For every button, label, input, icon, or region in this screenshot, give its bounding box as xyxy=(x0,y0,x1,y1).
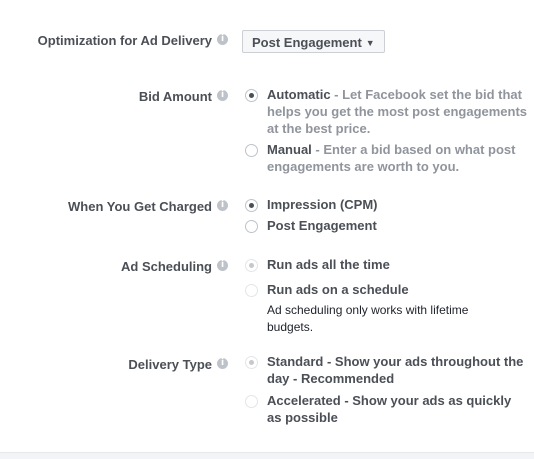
caret-down-icon: ▼ xyxy=(365,38,375,48)
scheduling-label: Ad Scheduling xyxy=(121,259,212,274)
option-automatic-title: Automatic xyxy=(267,87,331,102)
option-accelerated: Accelerated - Show your ads as quickly a… xyxy=(267,393,512,425)
optimization-dropdown[interactable]: Post Engagement ▼ xyxy=(242,30,385,53)
option-standard: Standard - Show your ads throughout the … xyxy=(267,354,524,386)
option-post-engagement: Post Engagement xyxy=(267,218,377,233)
option-manual-title: Manual xyxy=(267,142,312,157)
radio-manual[interactable] xyxy=(245,144,258,157)
radio-run-all-time[interactable] xyxy=(245,259,258,272)
bid-amount-label: Bid Amount xyxy=(138,89,212,104)
option-impression: Impression (CPM) xyxy=(267,197,378,212)
radio-run-on-schedule[interactable] xyxy=(245,284,258,297)
footer-divider xyxy=(0,452,534,459)
scheduling-note: Ad scheduling only works with lifetime b… xyxy=(267,303,469,334)
option-run-on-schedule: Run ads on a schedule xyxy=(267,282,409,297)
delivery-type-label: Delivery Type xyxy=(128,357,212,372)
info-icon[interactable]: i xyxy=(217,358,228,369)
option-manual: Manual - Enter a bid based on what post … xyxy=(267,141,529,175)
radio-accelerated[interactable] xyxy=(245,395,258,408)
radio-impression[interactable] xyxy=(245,199,258,212)
option-automatic: Automatic - Let Facebook set the bid tha… xyxy=(267,86,529,137)
info-icon[interactable]: i xyxy=(217,34,228,45)
info-icon[interactable]: i xyxy=(217,90,228,101)
info-icon[interactable]: i xyxy=(217,200,228,211)
radio-automatic[interactable] xyxy=(245,89,258,102)
optimization-dropdown-value: Post Engagement xyxy=(252,35,362,50)
info-icon[interactable]: i xyxy=(217,260,228,271)
radio-post-engagement[interactable] xyxy=(245,220,258,233)
optimization-label: Optimization for Ad Delivery xyxy=(37,33,212,48)
charged-label: When You Get Charged xyxy=(68,199,212,214)
option-run-all-time: Run ads all the time xyxy=(267,257,390,272)
radio-standard[interactable] xyxy=(245,356,258,369)
